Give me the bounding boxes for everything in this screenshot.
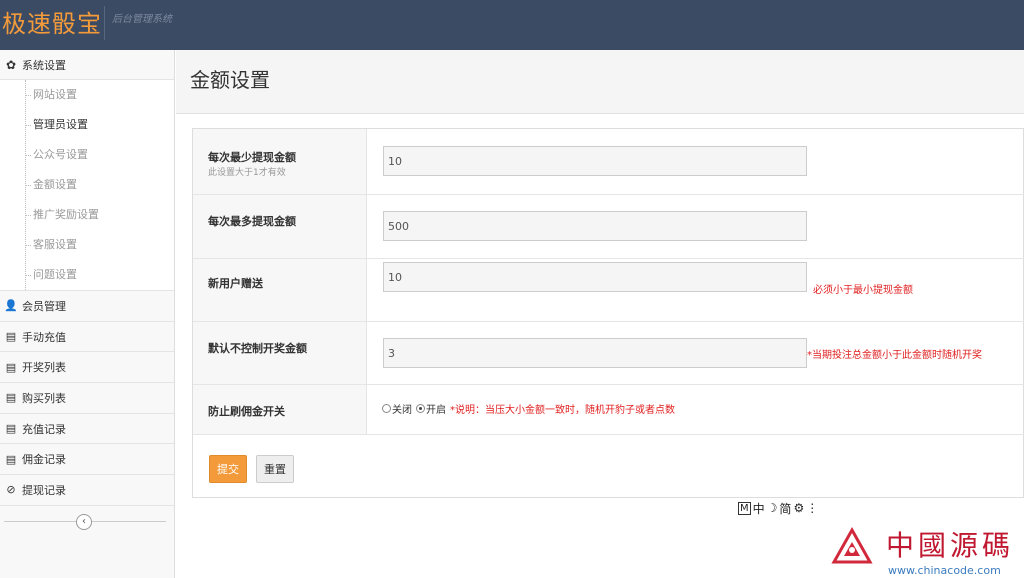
tree-dash: [25, 275, 31, 276]
new-user-gift-note: 必须小于最小提现金额: [813, 285, 913, 296]
default-uncontrolled-note: *当期投注总金额小于此金额时随机开奖: [807, 350, 982, 361]
chevron-left-icon[interactable]: ‹: [76, 513, 92, 530]
user-icon: 👤: [4, 299, 18, 313]
sidebar-item-members[interactable]: 👤 会员管理: [0, 291, 174, 322]
sidebar-sub-item-label: 客服设置: [33, 238, 77, 251]
sidebar-sub-item-wechat[interactable]: 公众号设置: [0, 140, 174, 170]
ime-simplified-toggle[interactable]: 简: [779, 500, 791, 517]
sidebar-sub-item-service[interactable]: 客服设置: [0, 230, 174, 260]
page-title: 金额设置: [190, 68, 270, 92]
top-bar: 极速骰宝 后台管理系统: [0, 0, 1024, 50]
brand-divider: [104, 6, 105, 40]
sidebar-item-recharge-records[interactable]: ▤ 充值记录: [0, 413, 174, 445]
watermark-text: 中國源碼: [886, 529, 1015, 562]
reset-button[interactable]: 重置: [256, 455, 294, 483]
moon-icon[interactable]: ☽: [767, 501, 778, 515]
sidebar-sub-item-label: 网站设置: [33, 88, 77, 101]
max-withdraw-input[interactable]: [383, 211, 807, 241]
min-withdraw-label: 每次最少提现金额: [208, 151, 296, 164]
label-cell: 每次最多提现金额: [193, 195, 367, 258]
watermark-logo-icon: [831, 526, 873, 564]
sidebar-item-label: 会员管理: [22, 299, 66, 313]
form-row-default-uncontrolled: 默认不控制开奖金额 *当期投注总金额小于此金额时随机开奖: [193, 322, 1024, 385]
sidebar-item-draw-list[interactable]: ▤ 开奖列表: [0, 352, 174, 384]
brand-title: 极速骰宝: [2, 10, 102, 38]
sidebar-item-label: 开奖列表: [22, 361, 66, 375]
gear-icon: ✿: [5, 57, 17, 72]
sidebar-sub-list: 网站设置 管理员设置 公众号设置 金额设置 推广奖励设置 客服设置 问题设置: [0, 80, 174, 291]
radio-off-label: 关闭: [392, 405, 412, 416]
sidebar-sub-item-label: 问题设置: [33, 268, 77, 281]
sidebar: ✿ 系统设置 网站设置 管理员设置 公众号设置 金额设置 推广奖励设置 客服设置…: [0, 50, 175, 578]
list-icon: ▤: [5, 330, 17, 344]
page-header: 金额设置: [176, 50, 1024, 114]
new-user-gift-label: 新用户赠送: [208, 277, 263, 290]
ime-mode-icon[interactable]: M: [738, 501, 751, 515]
list-icon: ▤: [5, 360, 17, 374]
sidebar-sub-item-promo[interactable]: 推广奖励设置: [0, 200, 174, 230]
sidebar-section-system-settings[interactable]: ✿ 系统设置: [0, 50, 174, 80]
anti-commission-note: *说明：当压大小金额一致时，随机开豹子或者点数: [450, 405, 675, 416]
gear-icon[interactable]: ⚙: [793, 501, 804, 515]
sidebar-item-label: 充值记录: [22, 422, 66, 436]
sidebar-item-label: 购买列表: [22, 391, 66, 405]
sidebar-sub-item-label: 公众号设置: [33, 148, 88, 161]
radio-on[interactable]: [416, 404, 425, 413]
sidebar-sub-item-label: 管理员设置: [33, 118, 88, 131]
default-uncontrolled-label: 默认不控制开奖金额: [208, 342, 307, 355]
new-user-gift-input[interactable]: [383, 262, 807, 292]
ime-toolbar: M 中 ☽ 简 ⚙ ⋮: [738, 500, 818, 516]
form-row-anti-commission: 防止刷佣金开关 关闭 开启 *说明：当压大小金额一致时，随机开豹子或者点数: [193, 385, 1024, 435]
more-icon[interactable]: ⋮: [806, 501, 818, 515]
ban-icon: ⊘: [6, 483, 16, 497]
sidebar-item-purchase-list[interactable]: ▤ 购买列表: [0, 383, 174, 414]
submit-button[interactable]: 提交: [209, 455, 247, 483]
brand-subtitle: 后台管理系统: [112, 14, 172, 25]
list-icon: ▤: [5, 452, 17, 466]
sidebar-sub-item-website[interactable]: 网站设置: [0, 80, 174, 110]
sidebar-item-label: 手动充值: [22, 330, 66, 344]
min-withdraw-input[interactable]: [383, 146, 807, 176]
sidebar-section-label: 系统设置: [22, 58, 66, 72]
max-withdraw-label: 每次最多提现金额: [208, 215, 296, 228]
min-withdraw-hint: 此设置大于1才有效: [208, 168, 286, 178]
tree-dash: [25, 215, 31, 216]
sidebar-item-label: 佣金记录: [22, 453, 66, 467]
tree-dash: [25, 125, 31, 126]
list-icon: ▤: [5, 391, 17, 405]
radio-off[interactable]: [382, 404, 391, 413]
form-row-max-withdraw: 每次最多提现金额: [193, 195, 1024, 259]
sidebar-sub-item-amount[interactable]: 金额设置: [0, 170, 174, 200]
label-cell: 每次最少提现金额 此设置大于1才有效: [193, 129, 367, 194]
sidebar-sub-item-questions[interactable]: 问题设置: [0, 260, 174, 290]
sidebar-item-manual-recharge[interactable]: ▤ 手动充值: [0, 321, 174, 353]
sidebar-sub-item-label: 推广奖励设置: [33, 208, 99, 221]
form-row-new-user-gift: 新用户赠送 必须小于最小提现金额: [193, 259, 1024, 322]
sidebar-item-label: 提现记录: [22, 483, 66, 497]
tree-dash: [25, 155, 31, 156]
sidebar-item-withdraw-records[interactable]: ⊘ 提现记录: [0, 475, 174, 506]
radio-on-label: 开启: [426, 405, 446, 416]
tree-dash: [25, 185, 31, 186]
label-cell: 防止刷佣金开关: [193, 385, 367, 434]
sidebar-collapse-row: ‹: [0, 506, 174, 538]
default-uncontrolled-input[interactable]: [383, 338, 807, 368]
tree-dash: [25, 245, 31, 246]
watermark-url: www.chinacode.com: [888, 564, 1001, 577]
list-icon: ▤: [5, 422, 17, 436]
sidebar-item-commission-records[interactable]: ▤ 佣金记录: [0, 444, 174, 476]
anti-commission-radio-group: 关闭 开启 *说明：当压大小金额一致时，随机开豹子或者点数: [382, 401, 675, 416]
label-cell: 默认不控制开奖金额: [193, 322, 367, 384]
ime-language-toggle[interactable]: 中: [753, 500, 765, 517]
watermark: 中國源碼 www.chinacode.com: [826, 520, 1024, 578]
label-cell: 新用户赠送: [193, 259, 367, 321]
amount-settings-form: 每次最少提现金额 此设置大于1才有效 每次最多提现金额 新用户赠送 必须小于最小…: [192, 128, 1024, 498]
form-row-min-withdraw: 每次最少提现金额 此设置大于1才有效: [193, 129, 1024, 195]
sidebar-sub-item-label: 金额设置: [33, 178, 77, 191]
tree-dash: [25, 95, 31, 96]
sidebar-sub-item-admin[interactable]: 管理员设置: [0, 110, 174, 140]
anti-commission-label: 防止刷佣金开关: [208, 405, 285, 418]
